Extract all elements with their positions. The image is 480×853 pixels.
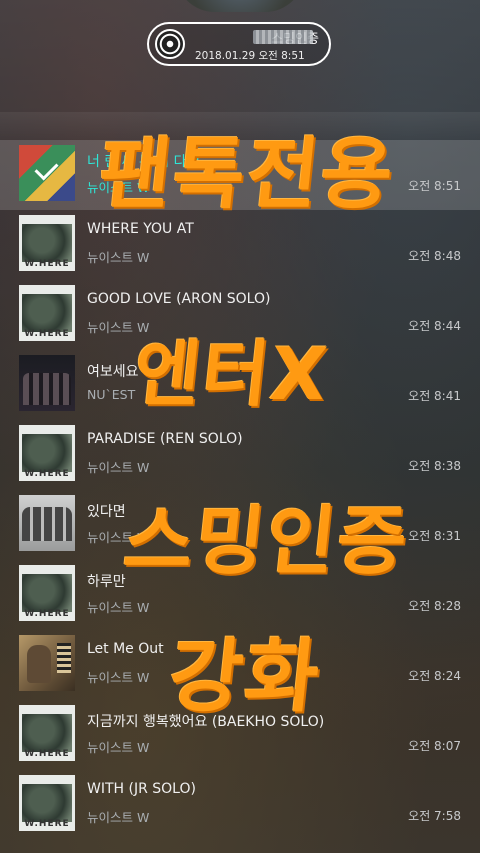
album-art-label: W.HERE — [24, 609, 70, 619]
play-time: 오전 8:51 — [408, 179, 461, 193]
play-time: 오전 8:44 — [408, 319, 461, 333]
song-title: WITH (JR SOLO) — [87, 781, 196, 797]
album-thumbnail: W.HERE — [19, 775, 75, 831]
album-art-label: W.HERE — [24, 819, 70, 829]
overlay-text-strengthen: 강화 — [164, 630, 326, 723]
vinyl-disc-icon — [155, 29, 185, 59]
song-title: Let Me Out — [87, 641, 164, 657]
song-artist: 뉴이스트 W — [87, 600, 150, 615]
play-time: 오전 8:41 — [408, 389, 461, 403]
song-title: PARADISE (REN SOLO) — [87, 431, 243, 447]
album-art-label: W.HERE — [24, 329, 70, 339]
play-time: 오전 8:07 — [408, 739, 461, 753]
play-time: 오전 7:58 — [408, 809, 461, 823]
play-time: 오전 8:28 — [408, 599, 461, 613]
album-thumbnail — [19, 355, 75, 411]
song-artist: 뉴이스트 W — [87, 460, 150, 475]
song-artist: 뉴이스트 W — [87, 740, 150, 755]
album-art-label: W.HERE — [24, 469, 70, 479]
overlay-text-enter-x: 엔터X — [129, 332, 333, 416]
overlay-text-fantalk-only: 팬톡전용 — [94, 130, 400, 220]
album-thumbnail: W.HERE — [19, 705, 75, 761]
song-title: 있다면 — [87, 504, 126, 520]
song-artist: NU`EST — [87, 387, 136, 402]
song-row[interactable]: W.HERE WITH (JR SOLO) 뉴이스트 W 오전 7:58 — [0, 770, 480, 840]
play-time: 오전 8:38 — [408, 459, 461, 473]
play-time: 오전 8:31 — [408, 529, 461, 543]
play-time: 오전 8:48 — [408, 249, 461, 263]
album-thumbnail — [19, 495, 75, 551]
certification-datetime: 2018.01.29 오전 8:51 — [195, 50, 305, 62]
song-artist: 뉴이스트 W — [87, 670, 150, 685]
album-art-label: W.HERE — [24, 749, 70, 759]
album-thumbnail: W.HERE — [19, 215, 75, 271]
album-thumbnail: W.HERE — [19, 565, 75, 621]
album-thumbnail — [19, 635, 75, 691]
album-thumbnail: W.HERE — [19, 285, 75, 341]
song-artist: 뉴이스트 W — [87, 810, 150, 825]
play-time: 오전 8:24 — [408, 669, 461, 683]
song-title: GOOD LOVE (ARON SOLO) — [87, 291, 271, 307]
redacted-username — [253, 30, 313, 44]
streaming-certification-badge[interactable]: 스밍인증 2018.01.29 오전 8:51 — [147, 22, 331, 66]
song-artist: 뉴이스트 W — [87, 250, 150, 265]
album-thumbnail: W.HERE — [19, 425, 75, 481]
song-title: 여보세요 — [87, 364, 139, 380]
album-art-label: W.HERE — [24, 259, 70, 269]
overlay-text-streaming-cert: 스밍인증 — [119, 497, 413, 585]
